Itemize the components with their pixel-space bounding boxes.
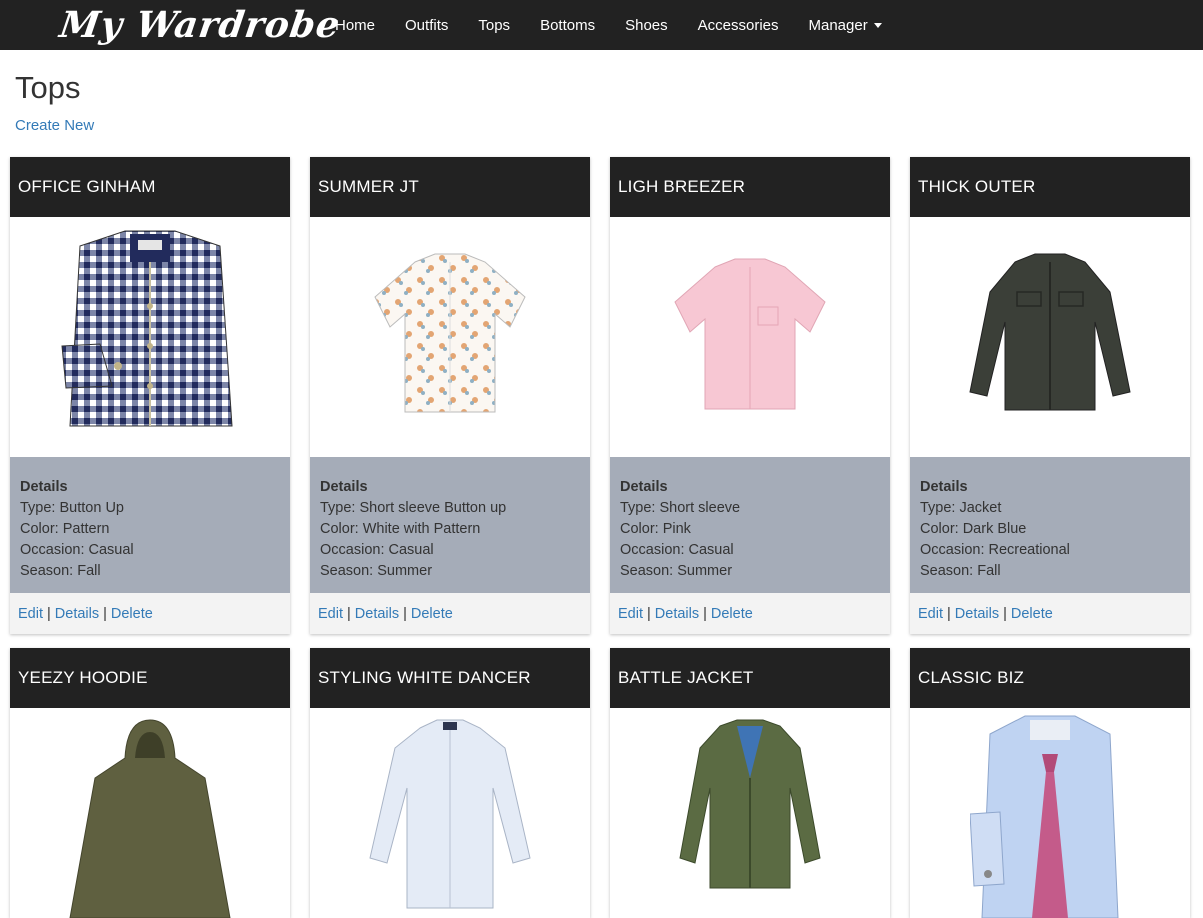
pink-shirt-image [674, 258, 826, 410]
card-image-patterned-shirt [310, 217, 590, 457]
card-image-white-shirt [310, 708, 590, 918]
navbar: My Wardrobe Home Outfits Tops Bottoms Sh… [0, 0, 1203, 50]
field-jacket-image [679, 719, 821, 889]
nav-accessories[interactable]: Accessories [698, 17, 779, 34]
detail-season: Season: Summer [320, 563, 433, 579]
card-actions: Edit | Details | Delete [10, 593, 290, 634]
detail-type: Type: Short sleeve Button up [320, 500, 507, 516]
card-image-field-jacket [610, 708, 890, 918]
top-card: OFFICE GINHAM Details Type: Button Up Co… [10, 157, 290, 634]
card-title: THICK OUTER [910, 157, 1190, 217]
edit-link[interactable]: Edit [18, 606, 43, 622]
card-image-pink-shirt [610, 217, 890, 457]
shirt-and-tie-image [970, 715, 1119, 918]
card-title: STYLING WHITE DANCER [310, 648, 590, 708]
nav-manager-label: Manager [808, 16, 868, 34]
card-details: Details Type: Jacket Color: Dark Blue Oc… [910, 457, 1190, 593]
page-title: Tops [15, 70, 81, 105]
nav-manager-dropdown[interactable]: Manager [809, 17, 882, 34]
detail-type: Type: Button Up [20, 500, 124, 516]
top-card: CLASSIC BIZ [910, 648, 1190, 918]
detail-type: Type: Jacket [920, 500, 1002, 516]
nav-tops[interactable]: Tops [478, 17, 510, 34]
card-image-dark-jacket [910, 217, 1190, 457]
detail-color: Color: Pink [620, 521, 691, 537]
tops-grid: OFFICE GINHAM Details Type: Button Up Co… [10, 157, 1190, 918]
delete-link[interactable]: Delete [1011, 606, 1053, 622]
card-title: SUMMER JT [310, 157, 590, 217]
detail-season: Season: Fall [20, 563, 101, 579]
detail-color: Color: Dark Blue [920, 521, 1027, 537]
card-title: CLASSIC BIZ [910, 648, 1190, 708]
details-header: Details [20, 479, 68, 495]
card-actions: Edit | Details | Delete [610, 593, 890, 634]
detail-season: Season: Fall [920, 563, 1001, 579]
patterned-shirt-image [374, 253, 526, 413]
card-details: Details Type: Short sleeve Color: Pink O… [610, 457, 890, 593]
card-image-gingham-shirt [10, 217, 290, 457]
top-card: SUMMER JT Details Type: Short sleeve But… [310, 157, 590, 634]
top-card: THICK OUTER Details Type: Jacket Color: … [910, 157, 1190, 634]
detail-season: Season: Summer [620, 563, 733, 579]
card-actions: Edit | Details | Delete [310, 593, 590, 634]
details-link[interactable]: Details [355, 606, 399, 622]
nav-outfits[interactable]: Outfits [405, 17, 448, 34]
card-title: OFFICE GINHAM [10, 157, 290, 217]
card-actions: Edit | Details | Delete [910, 593, 1190, 634]
details-header: Details [920, 479, 968, 495]
card-title: YEEZY HOODIE [10, 648, 290, 708]
delete-link[interactable]: Delete [111, 606, 153, 622]
gingham-shirt-image [61, 230, 233, 427]
card-image-olive-hoodie [10, 708, 290, 918]
card-details: Details Type: Short sleeve Button up Col… [310, 457, 590, 593]
details-header: Details [620, 479, 668, 495]
edit-link[interactable]: Edit [618, 606, 643, 622]
top-card: STYLING WHITE DANCER [310, 648, 590, 918]
detail-occasion: Occasion: Casual [320, 542, 434, 558]
details-header: Details [320, 479, 368, 495]
detail-occasion: Occasion: Recreational [920, 542, 1070, 558]
nav-shoes[interactable]: Shoes [625, 17, 668, 34]
detail-color: Color: Pattern [20, 521, 110, 537]
detail-color: Color: White with Pattern [320, 521, 481, 537]
caret-down-icon [873, 22, 882, 28]
detail-occasion: Occasion: Casual [620, 542, 734, 558]
edit-link[interactable]: Edit [918, 606, 943, 622]
create-new-link[interactable]: Create New [15, 117, 94, 134]
card-image-shirt-and-tie [910, 708, 1190, 918]
olive-hoodie-image [69, 719, 231, 918]
nav-bottoms[interactable]: Bottoms [540, 17, 595, 34]
details-link[interactable]: Details [655, 606, 699, 622]
detail-occasion: Occasion: Casual [20, 542, 134, 558]
nav-home[interactable]: Home [335, 17, 375, 34]
details-link[interactable]: Details [955, 606, 999, 622]
detail-type: Type: Short sleeve [620, 500, 741, 516]
top-card: BATTLE JACKET [610, 648, 890, 918]
main-nav: Home Outfits Tops Bottoms Shoes Accessor… [320, 0, 897, 50]
card-title: LIGH BREEZER [610, 157, 890, 217]
delete-link[interactable]: Delete [411, 606, 453, 622]
delete-link[interactable]: Delete [711, 606, 753, 622]
edit-link[interactable]: Edit [318, 606, 343, 622]
details-link[interactable]: Details [55, 606, 99, 622]
white-shirt-image [369, 719, 531, 909]
top-card: YEEZY HOODIE [10, 648, 290, 918]
card-title: BATTLE JACKET [610, 648, 890, 708]
card-details: Details Type: Button Up Color: Pattern O… [10, 457, 290, 593]
dark-jacket-image [969, 253, 1131, 411]
top-card: LIGH BREEZER Details Type: Short sleeve … [610, 157, 890, 634]
brand-logo[interactable]: My Wardrobe [57, 2, 344, 48]
